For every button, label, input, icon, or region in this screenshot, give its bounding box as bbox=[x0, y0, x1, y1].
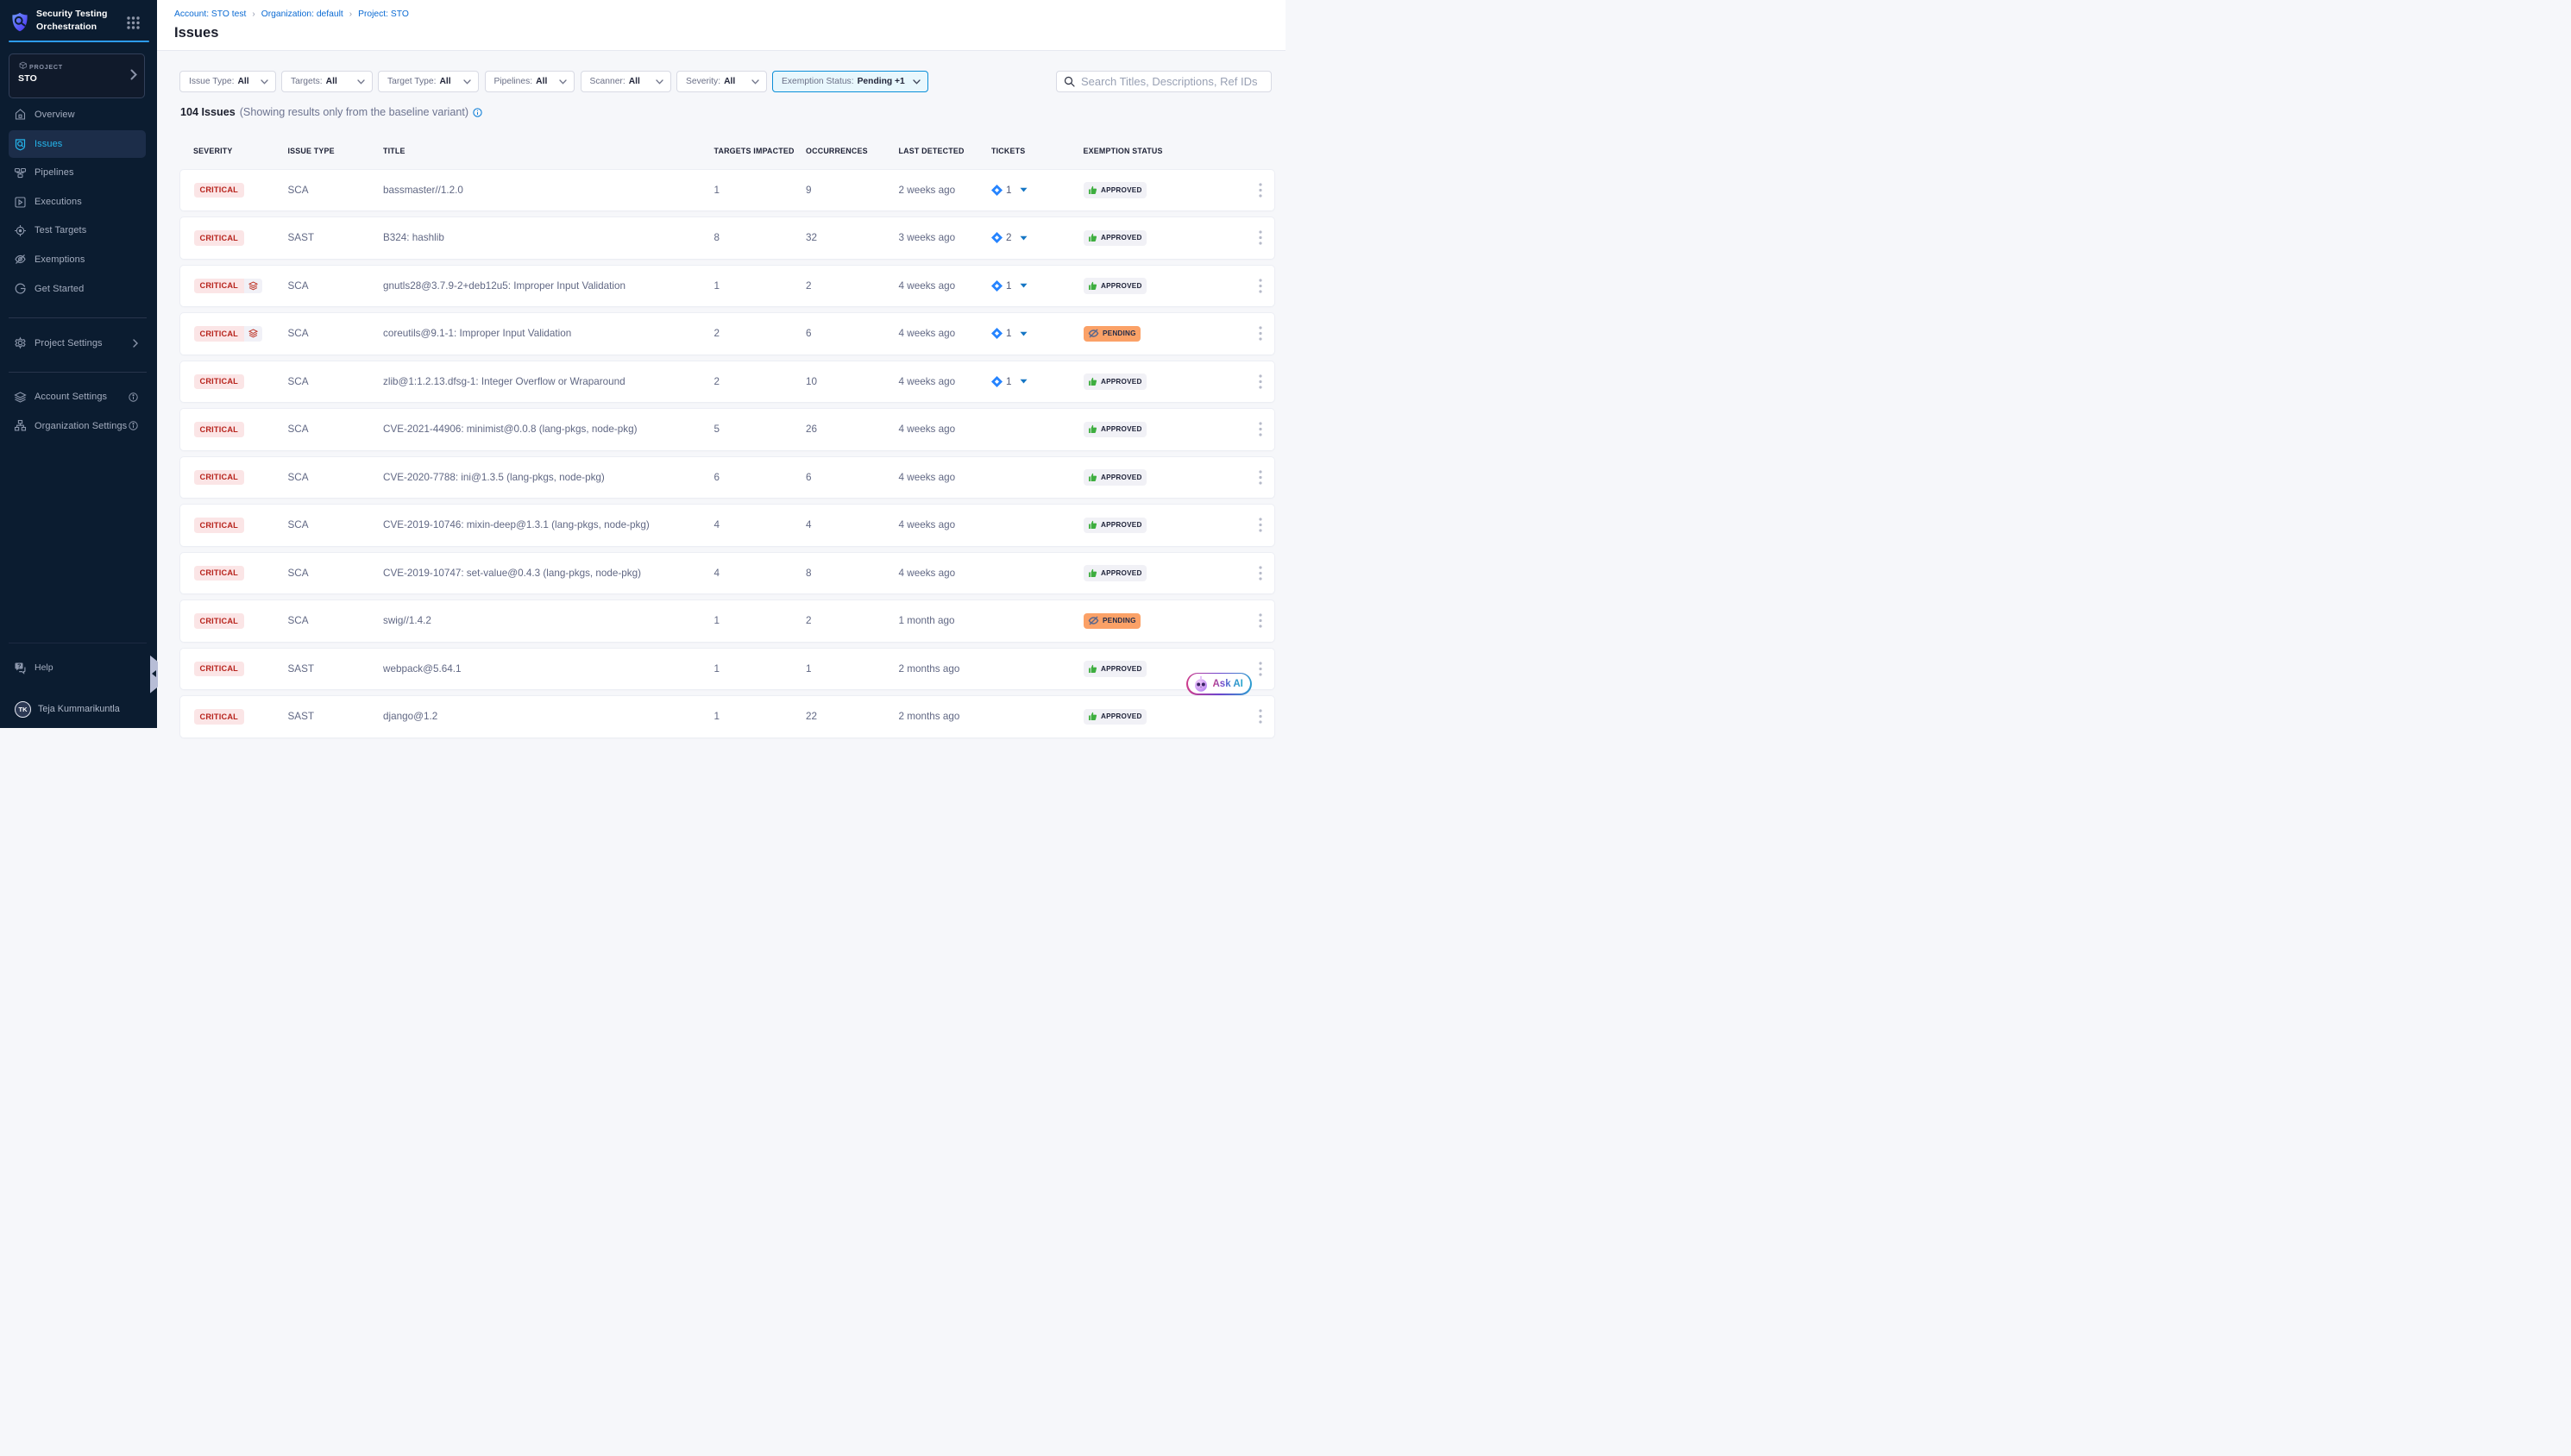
svg-text:?: ? bbox=[17, 663, 21, 669]
